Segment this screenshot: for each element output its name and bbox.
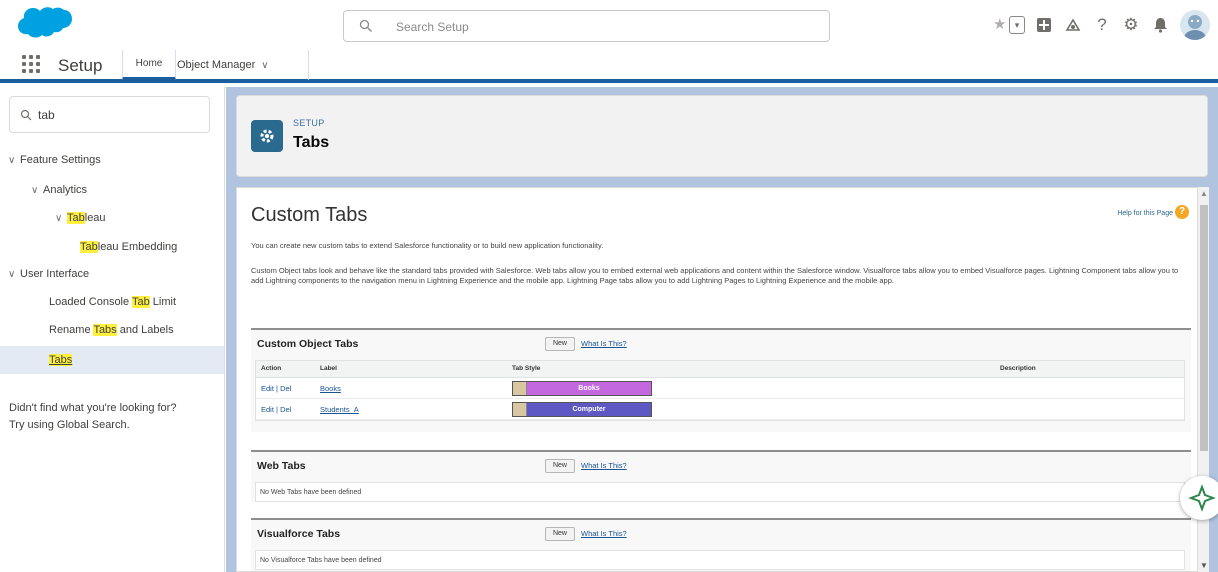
salesforce-logo[interactable]: [18, 6, 72, 44]
chevron-down-icon[interactable]: ∨: [261, 51, 268, 81]
scrollbar-thumb[interactable]: [1200, 205, 1208, 451]
setup-gear-icon[interactable]: ⚙: [1120, 14, 1142, 36]
app-launcher-icon[interactable]: [22, 55, 40, 73]
trailhead-icon[interactable]: [1062, 14, 1084, 36]
section-title: Visualforce Tabs: [257, 528, 341, 540]
tab-label-link[interactable]: Students_A: [320, 405, 359, 414]
tree-item-user-interface[interactable]: ∨ User Interface: [8, 268, 89, 280]
tab-object-manager-label: Object Manager: [177, 59, 256, 71]
section-title: Web Tabs: [257, 460, 306, 472]
new-web-tab-button[interactable]: New: [545, 459, 575, 473]
custom-object-tabs-section: Custom Object Tabs New What Is This? Act…: [251, 328, 1191, 432]
search-icon: [359, 19, 372, 32]
app-navigation-bar: Setup Home Object Manager ∨: [0, 50, 1218, 83]
scroll-up-icon[interactable]: ▲: [1200, 189, 1208, 198]
intro-text: You can create new custom tabs to extend…: [251, 241, 604, 250]
setup-sidebar: tab ∨ Feature Settings ∨ Analytics ∨ Tablea…: [0, 87, 225, 572]
page-header: SETUP Tabs: [236, 95, 1208, 177]
search-icon: [20, 109, 32, 121]
what-is-this-link[interactable]: What Is This?: [581, 339, 627, 348]
help-icon[interactable]: ?: [1091, 14, 1113, 36]
not-found-hint: Didn't find what you're looking for? Try…: [9, 402, 177, 431]
tree-item-tabs[interactable]: Tabs: [49, 354, 73, 366]
scroll-down-icon[interactable]: ▼: [1200, 561, 1208, 570]
web-tabs-section: Web Tabs New What Is This? No Web Tabs h…: [251, 450, 1191, 502]
quick-find-input[interactable]: tab: [9, 96, 210, 133]
favorites-group: ★ ▾: [992, 14, 1026, 36]
tree-selected-row: [0, 346, 224, 374]
tab-style-swatch: Books: [512, 381, 652, 396]
table-row: Edit | Del Books Books: [256, 378, 1184, 399]
app-name: Setup: [58, 56, 103, 75]
tree-item-feature-settings[interactable]: ∨ Feature Settings: [8, 154, 101, 166]
global-header: Search Setup ★ ▾ ? ⚙: [0, 0, 1218, 50]
main-area: SETUP Tabs Custom Tabs Help for this Pag…: [226, 87, 1218, 572]
search-placeholder: Search Setup: [396, 20, 469, 34]
what-is-this-link[interactable]: What Is This?: [581, 461, 627, 470]
chevron-down-icon[interactable]: ∨: [8, 155, 20, 166]
custom-object-tabs-table: Action Label Tab Style Description Edit …: [255, 360, 1185, 421]
header-actions: ★ ▾ ? ⚙: [985, 10, 1210, 40]
page-eyebrow: SETUP: [293, 118, 325, 128]
books-icon: [513, 382, 527, 395]
help-for-page-link[interactable]: Help for this Page: [1117, 210, 1173, 217]
help-icon[interactable]: ?: [1175, 205, 1189, 219]
tab-home[interactable]: Home: [122, 50, 176, 80]
new-visualforce-tab-button[interactable]: New: [545, 527, 575, 541]
favorites-star-icon[interactable]: ★: [993, 15, 1009, 35]
tree-item-rename-tabs[interactable]: Rename Tabs and Labels: [49, 324, 174, 336]
chevron-down-icon[interactable]: ∨: [55, 213, 67, 224]
section-title: Custom Object Tabs: [257, 338, 359, 350]
edit-link[interactable]: Edit: [261, 384, 274, 393]
description-text: Custom Object tabs look and behave like …: [251, 266, 1179, 285]
notifications-bell-icon[interactable]: [1149, 14, 1171, 36]
table-header: Action Label Tab Style Description: [256, 361, 1184, 378]
setup-gear-icon: [251, 120, 283, 152]
delete-link[interactable]: Del: [280, 405, 291, 414]
tree-item-tableau-embedding[interactable]: Tableau Embedding: [80, 241, 177, 253]
user-avatar[interactable]: [1180, 10, 1210, 40]
tab-label-link[interactable]: Books: [320, 384, 341, 393]
tree-item-tableau[interactable]: ∨ Tableau: [55, 212, 106, 224]
delete-link[interactable]: Del: [280, 384, 291, 393]
computer-icon: [513, 403, 527, 416]
content-title: Custom Tabs: [251, 204, 368, 226]
edit-link[interactable]: Edit: [261, 405, 274, 414]
empty-message: No Visualforce Tabs have been defined: [255, 550, 1185, 570]
table-row: Edit | Del Students_A Computer: [256, 399, 1184, 420]
tab-style-swatch: Computer: [512, 402, 652, 417]
tab-object-manager[interactable]: Object Manager ∨: [177, 50, 309, 80]
global-actions-icon[interactable]: [1033, 14, 1055, 36]
chevron-down-icon[interactable]: ∨: [8, 269, 20, 280]
page-title: Tabs: [293, 134, 330, 151]
empty-message: No Web Tabs have been defined: [255, 482, 1185, 502]
row-actions: Edit | Del: [261, 384, 292, 393]
quick-find-value: tab: [38, 108, 55, 122]
chevron-down-icon[interactable]: ∨: [31, 185, 43, 196]
row-actions: Edit | Del: [261, 405, 292, 414]
einstein-assistant-icon[interactable]: [1180, 476, 1218, 520]
new-custom-object-tab-button[interactable]: New: [545, 337, 575, 351]
custom-tabs-content: Custom Tabs Help for this Page ? You can…: [236, 187, 1198, 572]
search-setup-input[interactable]: Search Setup: [343, 10, 830, 42]
what-is-this-link[interactable]: What Is This?: [581, 529, 627, 538]
favorites-dropdown-icon[interactable]: ▾: [1009, 16, 1025, 34]
visualforce-tabs-section: Visualforce Tabs New What Is This? No Vi…: [251, 518, 1191, 571]
tree-item-loaded-console-tab-limit[interactable]: Loaded Console Tab Limit: [49, 296, 176, 308]
tree-item-analytics[interactable]: ∨ Analytics: [31, 184, 87, 196]
